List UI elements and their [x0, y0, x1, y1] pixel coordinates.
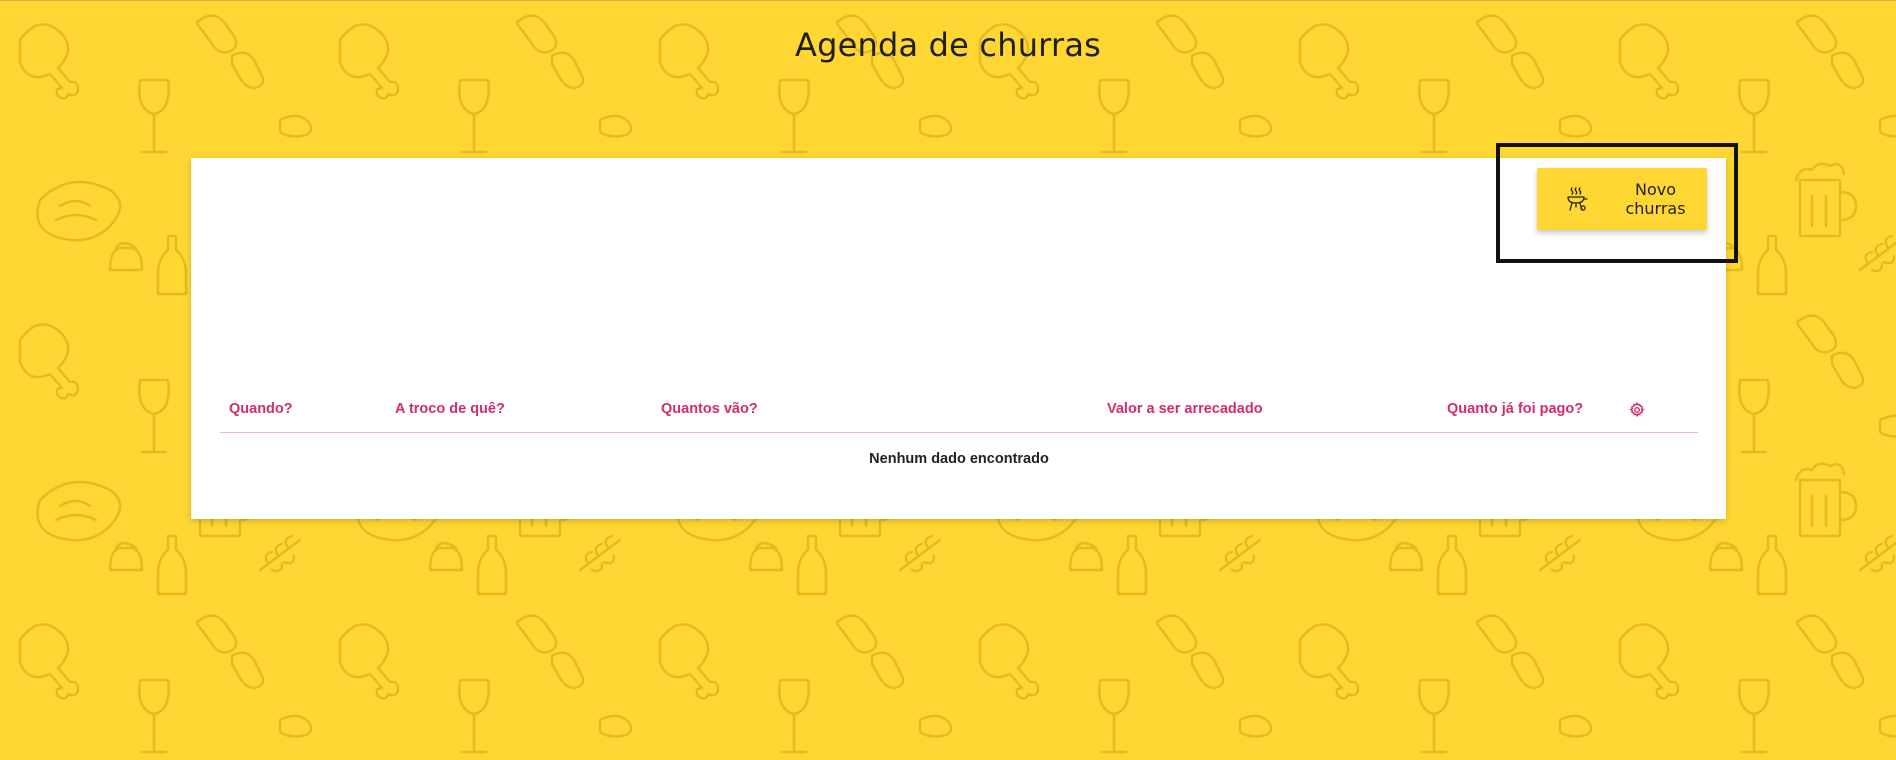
gear-icon[interactable]: [1629, 401, 1645, 418]
column-header-amount-paid[interactable]: Quanto já foi pago?: [1447, 401, 1583, 417]
new-churras-button-label: Novo churras: [1625, 180, 1686, 218]
column-header-amount-to-collect[interactable]: Valor a ser arrecadado: [1107, 401, 1263, 417]
new-churras-button[interactable]: Novo churras: [1537, 168, 1707, 230]
column-header-attendees[interactable]: Quantos vão?: [661, 401, 758, 417]
top-border: [0, 0, 1896, 1]
column-header-reason[interactable]: A troco de quê?: [395, 401, 505, 417]
column-header-when[interactable]: Quando?: [229, 401, 293, 417]
page-title: Agenda de churras: [794, 26, 1102, 64]
table-header: Quando? A troco de quê? Quantos vão? Val…: [220, 388, 1698, 433]
empty-table-message: Nenhum dado encontrado: [869, 451, 1049, 467]
grill-icon: [1564, 186, 1590, 212]
